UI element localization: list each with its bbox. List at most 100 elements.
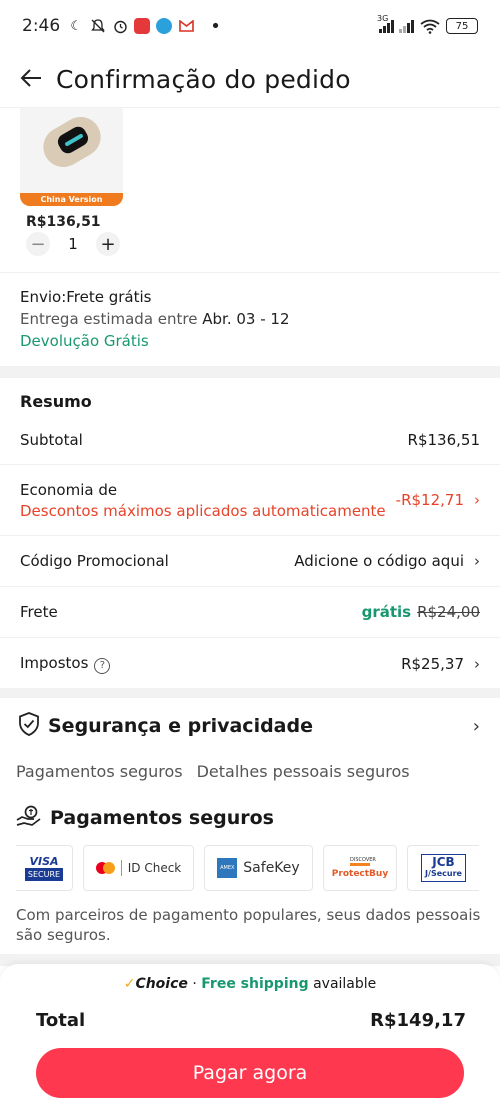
discover-protectbuy-logo: DISCOVER ProtectBuy xyxy=(323,845,397,891)
product-card: China Version R$136,51 xyxy=(20,108,124,230)
savings-amount: -R$12,71 xyxy=(395,491,464,509)
savings-value: -R$12,71 › xyxy=(396,491,480,509)
security-features: Pagamentos seguros Detalhes pessoais seg… xyxy=(0,740,500,781)
taxes-row[interactable]: Impostos? R$25,37 › xyxy=(0,638,500,690)
discover-text: DISCOVER xyxy=(350,857,376,866)
protectbuy-text: ProtectBuy xyxy=(331,869,389,879)
freight-label: Frete xyxy=(20,603,58,621)
status-icons-right: 3G 75 xyxy=(377,14,478,34)
product-image[interactable] xyxy=(20,108,123,193)
payments-header: Pagamentos seguros xyxy=(0,781,500,831)
taxes-label: Impostos xyxy=(20,654,89,673)
payments-title: Pagamentos seguros xyxy=(50,807,274,829)
help-icon[interactable]: ? xyxy=(94,657,111,674)
mastercard-icon xyxy=(95,862,115,874)
subtotal-label: Subtotal xyxy=(20,430,83,449)
choice-label: Choice xyxy=(135,976,188,992)
back-arrow-icon[interactable] xyxy=(20,65,42,95)
mastercard-id-check-logo: ID Check xyxy=(83,845,194,891)
jcb-jsecure-logo: JCB J/Secure xyxy=(407,845,479,891)
decrease-quantity-button[interactable]: − xyxy=(26,232,50,256)
aliexpress-app-icon xyxy=(134,18,151,34)
muted-bell-icon xyxy=(90,18,106,34)
freight-value: grátis R$24,00 xyxy=(362,603,480,621)
summary-title: Resumo xyxy=(20,392,92,411)
amex-safekey-logo: AMEX SafeKey xyxy=(204,845,313,891)
secure-payment-hand-icon xyxy=(16,805,42,831)
promo-label: Código Promocional xyxy=(20,552,169,570)
shipping-eta: Entrega estimada entre Abr. 03 - 12 xyxy=(20,310,480,328)
quantity-value: 1 xyxy=(68,235,78,253)
taxes-label-group: Impostos? xyxy=(20,654,111,674)
version-tag: China Version xyxy=(20,193,123,206)
chevron-right-icon: › xyxy=(472,715,480,737)
battery-icon: 75 xyxy=(446,18,478,34)
separator-dot: · xyxy=(192,976,197,992)
visa-text: VISA xyxy=(29,855,59,868)
product-price: R$136,51 xyxy=(26,214,101,230)
total-row: Total R$149,17 xyxy=(0,992,500,1031)
total-label: Total xyxy=(36,1010,86,1031)
visa-sub-text: SECURE xyxy=(24,868,64,881)
more-notifications-icon: • xyxy=(210,15,221,37)
security-note: Com parceiros de pagamento populares, se… xyxy=(16,906,481,944)
secure-personal-data-feature: Detalhes pessoais seguros xyxy=(196,762,410,781)
check-icon: ✓ xyxy=(123,976,136,992)
savings-description: Descontos máximos aplicados automaticame… xyxy=(20,501,386,520)
shield-check-icon xyxy=(18,712,40,740)
chevron-right-icon: › xyxy=(474,655,480,673)
gmail-icon xyxy=(178,18,194,34)
chevron-right-icon: › xyxy=(474,552,480,570)
signal-3g-icon: 3G xyxy=(377,14,394,33)
free-shipping-label: Free shipping xyxy=(201,976,309,992)
security-section: Segurança e privacidade › Pagamentos seg… xyxy=(0,698,500,945)
status-bar: 2:46 ☾ • 3G 75 xyxy=(0,0,500,52)
jcb-icon: JCB J/Secure xyxy=(421,854,466,882)
promo-code-row[interactable]: Código Promocional Adicione o código aqu… xyxy=(0,536,500,587)
freight-row: Frete grátis R$24,00 xyxy=(0,587,500,638)
chevron-right-icon: › xyxy=(474,491,480,509)
divider xyxy=(0,272,500,273)
security-header[interactable]: Segurança e privacidade › xyxy=(0,698,500,740)
page-header: Confirmação do pedido xyxy=(0,52,500,108)
signal-icon xyxy=(399,19,414,33)
telegram-icon xyxy=(156,18,173,34)
available-label: available xyxy=(313,976,377,992)
promo-value: Adicione o código aqui › xyxy=(294,552,480,570)
jsecure-text: J/Secure xyxy=(425,869,462,878)
choice-free-shipping: ✓Choice · Free shipping available xyxy=(0,964,500,992)
alarm-icon xyxy=(112,18,128,34)
subtotal-value: R$136,51 xyxy=(407,430,480,449)
status-icons-left: ☾ • xyxy=(68,15,221,37)
eta-date: Abr. 03 - 12 xyxy=(202,310,290,328)
payment-partners: VISA SECURE ID Check AMEX SafeKey DISCOV… xyxy=(0,831,500,891)
eta-label: Entrega estimada entre xyxy=(20,310,198,328)
total-value: R$149,17 xyxy=(370,1010,466,1031)
savings-row[interactable]: Economia de Descontos máximos aplicados … xyxy=(0,465,500,536)
security-title: Segurança e privacidade xyxy=(48,715,313,737)
safekey-text: SafeKey xyxy=(243,860,300,876)
pay-now-button[interactable]: Pagar agora xyxy=(36,1048,464,1098)
taxes-value: R$25,37 › xyxy=(401,655,480,673)
increase-quantity-button[interactable]: + xyxy=(96,232,120,256)
taxes-amount: R$25,37 xyxy=(401,655,464,673)
secure-payments-feature: Pagamentos seguros xyxy=(16,762,183,781)
freight-original: R$24,00 xyxy=(417,603,480,621)
shipping-title: Envio:Frete grátis xyxy=(20,288,152,306)
section-gap xyxy=(0,366,500,378)
free-return: Devolução Grátis xyxy=(20,332,149,350)
checkout-bar: ✓Choice · Free shipping available Total … xyxy=(0,964,500,1111)
moon-icon: ☾ xyxy=(70,18,83,34)
subtotal-row: Subtotal R$136,51 xyxy=(0,415,500,465)
savings-label: Economia de xyxy=(20,480,118,499)
quantity-stepper: − 1 + xyxy=(26,232,120,256)
visa-secure-logo: VISA SECURE xyxy=(16,845,73,891)
promo-add-text: Adicione o código aqui xyxy=(294,552,464,570)
page-title: Confirmação do pedido xyxy=(56,65,351,94)
order-summary: Resumo Subtotal R$136,51 Economia de Des… xyxy=(0,378,500,690)
jcb-text: JCB xyxy=(432,855,455,869)
section-gap xyxy=(0,688,500,698)
shipping-info: Envio:Frete grátis Entrega estimada entr… xyxy=(20,288,480,350)
freight-free: grátis xyxy=(361,603,412,621)
amex-icon: AMEX xyxy=(217,858,238,878)
